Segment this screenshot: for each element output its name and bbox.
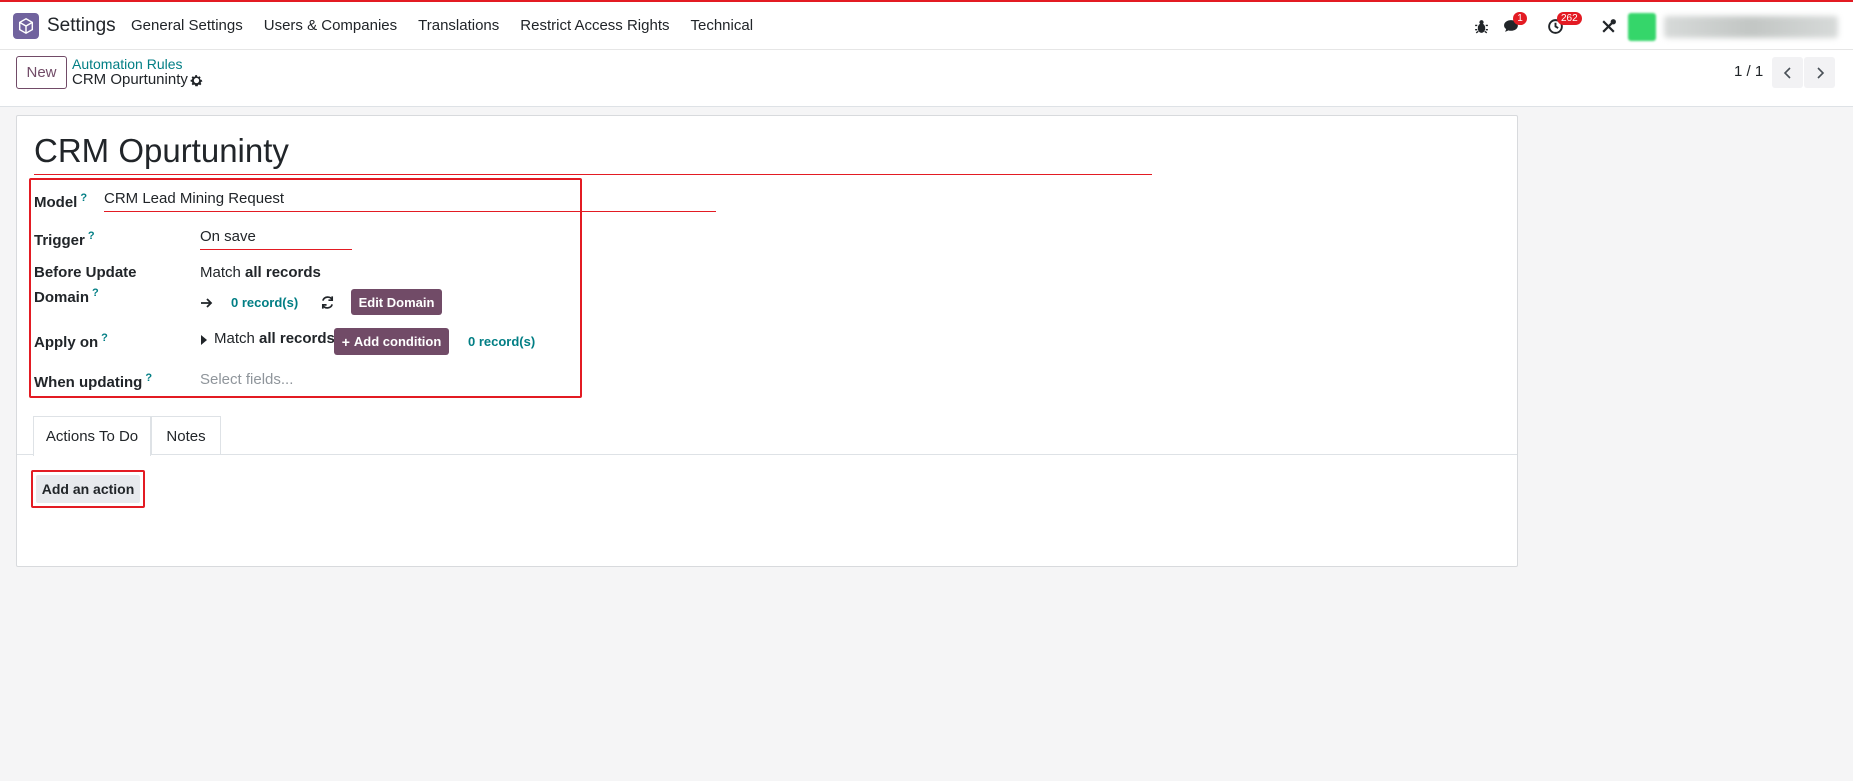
arrow-right-icon	[201, 298, 213, 308]
add-condition-button[interactable]: + Add condition	[334, 328, 449, 355]
pager-previous-button[interactable]	[1772, 57, 1803, 88]
trigger-field[interactable]: On save	[200, 228, 256, 245]
apply-on-label: Apply on?	[34, 332, 108, 351]
messages-badge: 1	[1513, 12, 1527, 25]
apply-on-record-count[interactable]: 0 record(s)	[468, 334, 535, 349]
menu-restrict-access-rights[interactable]: Restrict Access Rights	[520, 17, 669, 34]
gear-icon[interactable]	[189, 73, 204, 88]
when-updating-label: When updating?	[34, 372, 153, 391]
when-updating-field[interactable]: Select fields...	[200, 371, 293, 388]
bug-icon[interactable]	[1471, 16, 1491, 36]
caret-right-icon[interactable]	[200, 335, 208, 345]
model-label: Model?	[34, 192, 88, 211]
tab-actions-to-do[interactable]: Actions To Do	[33, 416, 151, 456]
help-icon[interactable]: ?	[101, 332, 108, 344]
record-title[interactable]: CRM Opurtuninty	[34, 132, 289, 170]
before-domain-match-text: Match all records	[200, 264, 321, 281]
refresh-icon[interactable]	[320, 295, 335, 310]
trigger-label: Trigger?	[34, 230, 95, 249]
clock-icon[interactable]: 262	[1545, 12, 1582, 36]
help-icon[interactable]: ?	[80, 192, 87, 204]
title-underline	[34, 174, 1152, 175]
app-name[interactable]: Settings	[47, 15, 116, 37]
help-icon[interactable]: ?	[92, 287, 99, 299]
help-icon[interactable]: ?	[88, 230, 95, 242]
wrench-screwdriver-icon[interactable]	[1598, 16, 1618, 36]
main-menu: General Settings Users & Companies Trans…	[131, 17, 753, 34]
help-icon[interactable]: ?	[145, 372, 152, 384]
notebook-tabs: Actions To Do Notes	[17, 416, 1517, 456]
menu-users-companies[interactable]: Users & Companies	[264, 17, 397, 34]
trigger-underline	[200, 249, 352, 250]
breadcrumb-current: CRM Opurtuninty	[72, 71, 188, 88]
form-sheet: CRM Opurtuninty Model? CRM Lead Mining R…	[16, 115, 1518, 567]
activities-badge: 262	[1557, 12, 1582, 25]
edit-domain-button[interactable]: Edit Domain	[351, 289, 442, 315]
breadcrumb-automation-rules[interactable]: Automation Rules	[72, 56, 183, 72]
add-action-highlight: Add an action	[31, 470, 145, 508]
chat-icon[interactable]: 1	[1501, 12, 1527, 36]
control-panel: New Automation Rules CRM Opurtuninty 1 /…	[0, 50, 1853, 107]
menu-technical[interactable]: Technical	[691, 17, 754, 34]
pager-next-button[interactable]	[1804, 57, 1835, 88]
pager-value[interactable]: 1 / 1	[1734, 63, 1763, 80]
new-button[interactable]: New	[16, 56, 67, 89]
tab-notes[interactable]: Notes	[151, 416, 221, 455]
menu-general-settings[interactable]: General Settings	[131, 17, 243, 34]
top-navbar: Settings General Settings Users & Compan…	[0, 0, 1853, 50]
menu-translations[interactable]: Translations	[418, 17, 499, 34]
model-underline	[104, 211, 716, 212]
apply-on-match-text: Match all records	[214, 330, 335, 347]
user-name-blurred	[1664, 16, 1838, 38]
plus-icon: +	[341, 333, 350, 350]
model-field[interactable]: CRM Lead Mining Request	[104, 190, 284, 207]
avatar	[1628, 13, 1656, 41]
before-domain-record-count[interactable]: 0 record(s)	[231, 295, 298, 310]
user-menu[interactable]	[1628, 11, 1838, 43]
before-update-domain-label: Before Update Domain?	[34, 264, 137, 306]
add-an-action-button[interactable]: Add an action	[36, 475, 140, 503]
settings-box-icon[interactable]	[13, 13, 39, 39]
chevron-left-icon	[1783, 66, 1791, 79]
chevron-right-icon	[1816, 66, 1824, 79]
